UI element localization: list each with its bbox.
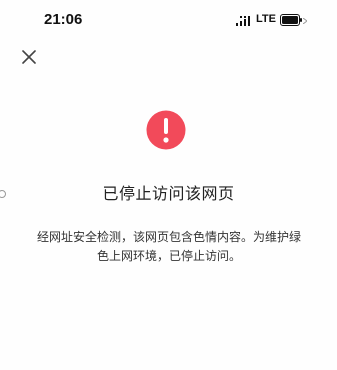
status-time: 21:06	[44, 11, 83, 28]
message-line: 经网址安全检测，该网页包含色情内容。为维护绿	[36, 230, 301, 244]
message-line: 色上网环境，已停止访问。	[96, 249, 241, 263]
close-button[interactable]	[16, 44, 42, 70]
network-label: LTE	[256, 13, 276, 25]
exclamation-icon	[146, 110, 186, 150]
battery-icon	[280, 14, 302, 26]
close-icon	[22, 50, 36, 64]
blocked-page: 21:06 LTE 已停止访问该网页 经网址安全检测，该网页包含色情内容。为维护…	[0, 0, 337, 370]
block-message: 经网址安全检测，该网页包含色情内容。为维护绿 色上网环境，已停止访问。	[30, 228, 308, 266]
status-bar: 21:06 LTE	[0, 0, 337, 44]
chevron-icon	[303, 18, 307, 24]
signal-icon	[236, 16, 250, 26]
page-title: 已停止访问该网页	[102, 184, 235, 203]
